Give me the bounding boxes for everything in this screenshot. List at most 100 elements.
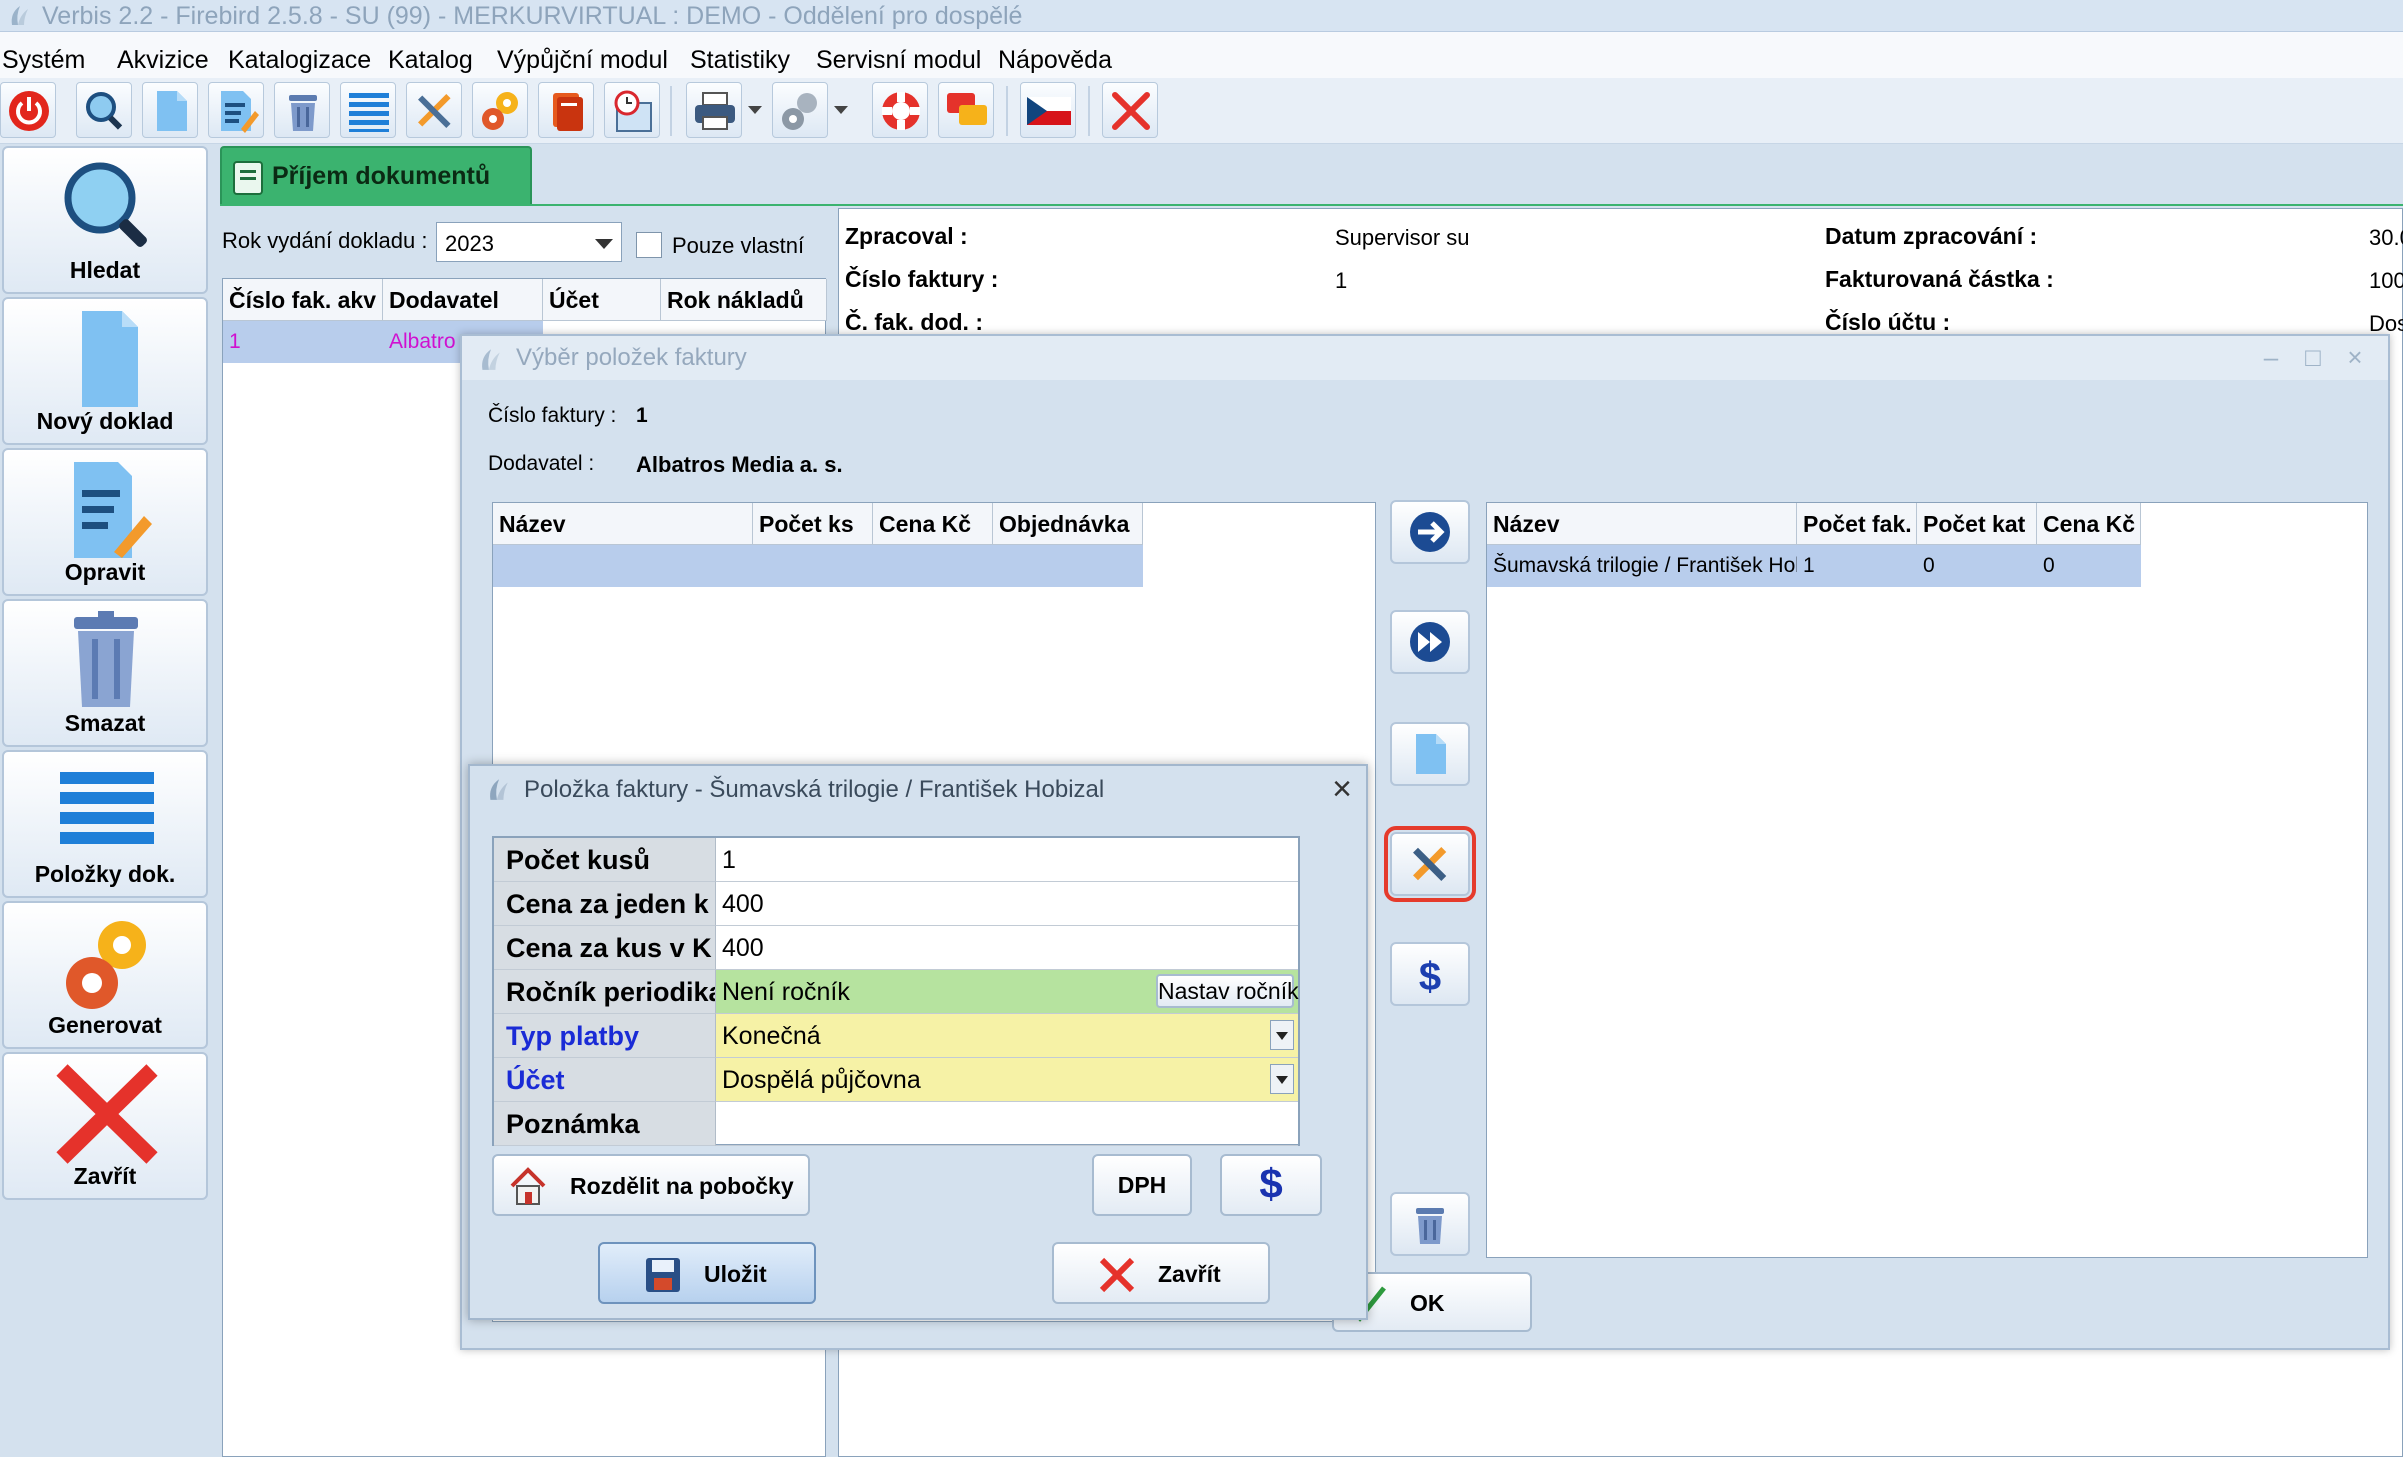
books-button[interactable] [538, 82, 594, 138]
close-icon[interactable]: × [1332, 770, 1352, 809]
dollar-button[interactable]: $ [1220, 1154, 1322, 1216]
col-pocet-ks[interactable]: Počet ks [753, 503, 873, 545]
table-row[interactable] [493, 545, 1143, 587]
nav-zavrit[interactable]: Zavřít [2, 1052, 208, 1200]
settings-button[interactable] [772, 82, 828, 138]
cena-za-jeden-label: Cena za jeden k [494, 882, 716, 926]
settings-dropdown[interactable] [830, 82, 852, 138]
settings-icon [782, 93, 817, 130]
new-item-button[interactable] [1390, 722, 1470, 786]
left-nav: Hledat Nový doklad Opravit Smazat Položk… [0, 144, 213, 1457]
list-button[interactable] [340, 82, 396, 138]
nastav-rocnik-button[interactable]: Nastav ročník [1156, 974, 1299, 1008]
exit-button[interactable] [1102, 82, 1158, 138]
language-button[interactable] [1020, 82, 1076, 138]
cena-za-kus-input[interactable]: 400 [716, 926, 1298, 970]
ucet-select[interactable]: Dospělá půjčovna [716, 1058, 1298, 1102]
nav-hledat[interactable]: Hledat [2, 146, 208, 294]
pouze-vlastni-checkbox[interactable] [636, 232, 662, 258]
edit-button[interactable] [208, 82, 264, 138]
edit-item-button[interactable] [1384, 826, 1476, 902]
table-cell[interactable]: 1 [223, 321, 383, 363]
help-button[interactable] [872, 82, 928, 138]
rok-select[interactable]: 2023 [436, 222, 622, 262]
zavrit-button[interactable]: Zavřít [1052, 1242, 1270, 1304]
maximize-icon[interactable]: □ [2296, 342, 2330, 374]
add-item-button[interactable] [1390, 500, 1470, 564]
col-pocet-fak[interactable]: Počet fak. [1797, 503, 1917, 545]
nav-generovat[interactable]: Generovat [2, 901, 208, 1049]
typ-platby-label: Typ platby [494, 1014, 716, 1058]
tools-button[interactable] [406, 82, 462, 138]
menu-vypujcni-modul[interactable]: Výpůjční modul [497, 32, 668, 78]
table-cell[interactable]: Šumavská trilogie / František Hobizal [1487, 545, 1797, 587]
col-cena-kc[interactable]: Cena Kč [873, 503, 993, 545]
table-cell[interactable]: 1 [1797, 545, 1917, 587]
menu-statistiky[interactable]: Statistiky [690, 32, 790, 78]
calendar-icon [614, 90, 652, 132]
col-ucet[interactable]: Účet [543, 279, 661, 321]
rozdelit-button[interactable]: Rozdělit na pobočky [492, 1154, 810, 1216]
add-all-button[interactable] [1390, 610, 1470, 674]
cena-za-kus-label: Cena za kus v K [494, 926, 716, 970]
price-button[interactable]: $ [1390, 942, 1470, 1006]
menu-katalogizace[interactable]: Katalogizace [228, 32, 371, 78]
cfakdod-label: Č. fak. dod. : [845, 309, 983, 335]
menu-servisni-modul[interactable]: Servisní modul [816, 32, 981, 78]
col-nazev[interactable]: Název [1487, 503, 1797, 545]
item-form: Počet kusů 1 Cena za jeden k 400 Cena za… [492, 836, 1300, 1146]
ulozit-button[interactable]: Uložit [598, 1242, 816, 1304]
castka-value: 100 [2369, 268, 2403, 293]
print-button[interactable] [686, 82, 742, 138]
new-document-button[interactable] [142, 82, 198, 138]
app-icon [11, 6, 28, 25]
close-icon[interactable]: × [2338, 342, 2372, 374]
gears-button[interactable] [472, 82, 528, 138]
chevron-down-icon[interactable] [1270, 1064, 1294, 1094]
nav-opravit[interactable]: Opravit [2, 448, 208, 596]
ucet-label: Účet [494, 1058, 716, 1102]
poznamka-input[interactable] [716, 1102, 1298, 1146]
menu-napoveda[interactable]: Nápověda [998, 32, 1112, 78]
ucet-label: Číslo účtu : [1825, 309, 1951, 335]
invoice-item-dialog: Položka faktury - Šumavská trilogie / Fr… [468, 764, 1368, 1320]
nav-smazat[interactable]: Smazat [2, 599, 208, 747]
edit-icon [221, 91, 259, 133]
col-nazev[interactable]: Název [493, 503, 753, 545]
power-button[interactable] [0, 82, 56, 138]
col-rok-nakladu[interactable]: Rok nákladů [661, 279, 827, 321]
chat-button[interactable] [938, 82, 994, 138]
list-icon [60, 772, 154, 844]
remove-item-button[interactable] [1390, 1192, 1470, 1256]
print-dropdown[interactable] [744, 82, 766, 138]
menu-katalog[interactable]: Katalog [388, 32, 473, 78]
pocet-kusu-label: Počet kusů [494, 838, 716, 882]
invoice-items-grid: Název Počet fak. Počet kat Cena Kč Šumav… [1486, 502, 2368, 1258]
rocnik-value: Není ročník [722, 978, 850, 1006]
table-cell[interactable]: 0 [2037, 545, 2141, 587]
col-cena-kc[interactable]: Cena Kč [2037, 503, 2141, 545]
menu-system[interactable]: Systém [2, 32, 85, 78]
trash-icon [1416, 1208, 1444, 1244]
cena-za-jeden-input[interactable]: 400 [716, 882, 1298, 926]
pocet-kusu-input[interactable]: 1 [716, 838, 1298, 882]
tab-prijem-dokumentu[interactable]: Příjem dokumentů [220, 146, 532, 206]
nav-novy-doklad[interactable]: Nový doklad [2, 297, 208, 445]
minimize-icon[interactable]: – [2254, 342, 2288, 374]
dph-button[interactable]: DPH [1092, 1154, 1192, 1216]
menu-akvizice[interactable]: Akvizice [117, 32, 209, 78]
app-icon [490, 779, 508, 800]
chevron-down-icon[interactable] [1270, 1020, 1294, 1050]
datum-label: Datum zpracování : [1825, 223, 2038, 249]
col-cislo[interactable]: Číslo fak. akv [223, 279, 383, 321]
col-dodavatel[interactable]: Dodavatel [383, 279, 543, 321]
typ-platby-select[interactable]: Konečná [716, 1014, 1298, 1058]
delete-button[interactable] [274, 82, 330, 138]
zpracoval-value: Supervisor su [1335, 225, 1470, 250]
col-pocet-kat[interactable]: Počet kat [1917, 503, 2037, 545]
calendar-button[interactable] [604, 82, 660, 138]
table-cell[interactable]: 0 [1917, 545, 2037, 587]
col-objednavka[interactable]: Objednávka [993, 503, 1143, 545]
nav-polozky-dok[interactable]: Položky dok. [2, 750, 208, 898]
search-button[interactable] [76, 82, 132, 138]
